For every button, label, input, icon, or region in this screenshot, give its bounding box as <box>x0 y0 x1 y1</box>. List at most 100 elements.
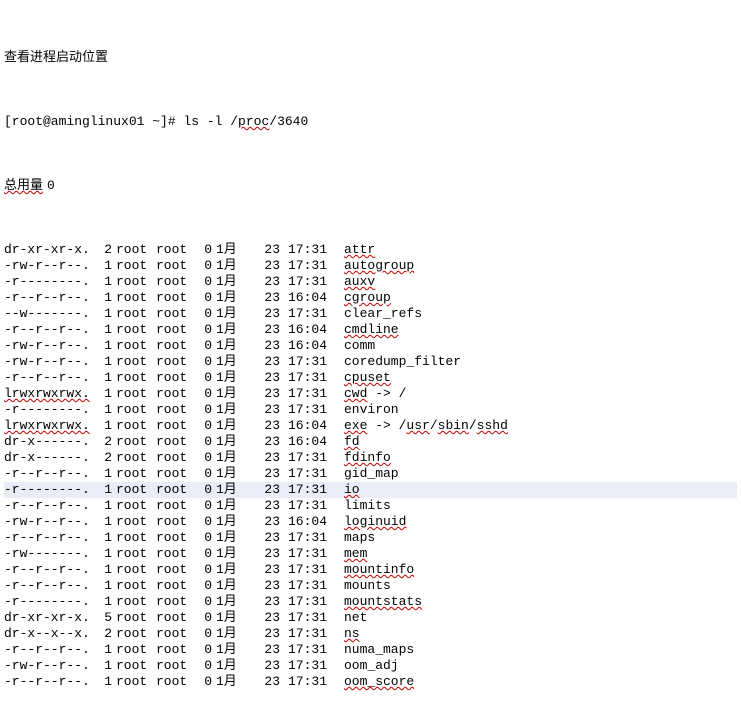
file-owner: root <box>116 274 156 290</box>
file-owner: root <box>116 578 156 594</box>
file-time: 17:31 <box>288 578 336 594</box>
file-size: 0 <box>196 354 212 370</box>
file-perms: dr-x------. <box>4 450 92 466</box>
listing-row: -r--r--r--.1rootroot01月2317:31oom_score <box>4 674 737 690</box>
listing-row: dr-xr-xr-x.5rootroot01月2317:31net <box>4 610 737 626</box>
listing-row: dr-x------.2rootroot01月2316:04fd <box>4 434 737 450</box>
file-perms: dr-x--x--x. <box>4 626 92 642</box>
file-day: 23 <box>248 354 280 370</box>
file-group: root <box>156 418 196 434</box>
file-perms: lrwxrwxrwx. <box>4 386 92 402</box>
file-owner: root <box>116 242 156 258</box>
file-group: root <box>156 242 196 258</box>
listing-row: -rw-r--r--.1rootroot01月2317:31autogroup <box>4 258 737 274</box>
terminal-output: 查看进程启动位置 [root@aminglinux01 ~]# ls -l /p… <box>0 0 741 724</box>
listing-row: lrwxrwxrwx.1rootroot01月2316:04exe -> /us… <box>4 418 737 434</box>
file-links: 1 <box>96 674 112 690</box>
file-time: 17:31 <box>288 546 336 562</box>
file-time: 17:31 <box>288 498 336 514</box>
file-time: 17:31 <box>288 386 336 402</box>
file-name: net <box>344 610 367 626</box>
file-time: 16:04 <box>288 418 336 434</box>
file-perms: -r--r--r--. <box>4 466 92 482</box>
file-group: root <box>156 338 196 354</box>
symlink-target-part: sshd <box>477 418 508 434</box>
file-owner: root <box>116 530 156 546</box>
file-size: 0 <box>196 322 212 338</box>
file-name: mountstats <box>344 594 422 610</box>
file-name: fdinfo <box>344 450 391 466</box>
file-day: 23 <box>248 578 280 594</box>
file-month: 1月 <box>216 306 248 322</box>
file-name: cmdline <box>344 322 399 338</box>
file-group: root <box>156 386 196 402</box>
file-owner: root <box>116 418 156 434</box>
listing-row: dr-x------.2rootroot01月2317:31fdinfo <box>4 450 737 466</box>
file-owner: root <box>116 642 156 658</box>
file-month: 1月 <box>216 594 248 610</box>
file-name: cgroup <box>344 290 391 306</box>
listing-row: -rw-r--r--.1rootroot01月2316:04comm <box>4 338 737 354</box>
file-name: comm <box>344 338 375 354</box>
listing-row: -r--------.1rootroot01月2317:31environ <box>4 402 737 418</box>
total-value: 0 <box>47 178 55 194</box>
shell-prompt: [root@aminglinux01 ~]# <box>4 114 183 130</box>
file-day: 23 <box>248 514 280 530</box>
file-group: root <box>156 658 196 674</box>
file-day: 23 <box>248 306 280 322</box>
file-perms: -r--r--r--. <box>4 370 92 386</box>
file-group: root <box>156 562 196 578</box>
file-owner: root <box>116 466 156 482</box>
file-name: loginuid <box>344 514 406 530</box>
file-month: 1月 <box>216 338 248 354</box>
file-day: 23 <box>248 418 280 434</box>
file-month: 1月 <box>216 562 248 578</box>
file-name: oom_score <box>344 674 414 690</box>
file-links: 1 <box>96 306 112 322</box>
file-size: 0 <box>196 658 212 674</box>
file-links: 1 <box>96 642 112 658</box>
file-group: root <box>156 674 196 690</box>
file-group: root <box>156 610 196 626</box>
file-day: 23 <box>248 322 280 338</box>
file-name: autogroup <box>344 258 414 274</box>
file-listing: dr-xr-xr-x.2rootroot01月2317:31attr-rw-r-… <box>4 242 737 690</box>
file-time: 17:31 <box>288 466 336 482</box>
file-perms: dr-x------. <box>4 434 92 450</box>
listing-row: -r--------.1rootroot01月2317:31mountstats <box>4 594 737 610</box>
file-owner: root <box>116 546 156 562</box>
file-size: 0 <box>196 450 212 466</box>
file-links: 5 <box>96 610 112 626</box>
file-day: 23 <box>248 338 280 354</box>
file-day: 23 <box>248 274 280 290</box>
heading-text: 查看进程启动位置 <box>4 50 108 66</box>
file-group: root <box>156 530 196 546</box>
file-group: root <box>156 322 196 338</box>
file-day: 23 <box>248 658 280 674</box>
file-time: 16:04 <box>288 434 336 450</box>
file-links: 1 <box>96 274 112 290</box>
file-day: 23 <box>248 386 280 402</box>
file-perms: -r--r--r--. <box>4 322 92 338</box>
command-suffix: /3640 <box>269 114 308 129</box>
file-month: 1月 <box>216 530 248 546</box>
file-perms: -r--r--r--. <box>4 290 92 306</box>
file-links: 1 <box>96 258 112 274</box>
file-owner: root <box>116 354 156 370</box>
file-time: 17:31 <box>288 530 336 546</box>
file-name: mounts <box>344 578 391 594</box>
file-name: maps <box>344 530 375 546</box>
listing-row: -rw-r--r--.1rootroot01月2317:31coredump_f… <box>4 354 737 370</box>
listing-row: -r--r--r--.1rootroot01月2317:31cpuset <box>4 370 737 386</box>
file-month: 1月 <box>216 354 248 370</box>
file-owner: root <box>116 674 156 690</box>
file-group: root <box>156 642 196 658</box>
symlink-target: -> / <box>367 386 406 402</box>
file-time: 17:31 <box>288 258 336 274</box>
file-month: 1月 <box>216 546 248 562</box>
file-day: 23 <box>248 370 280 386</box>
command-text: ls -l /proc/3640 <box>183 114 308 130</box>
file-perms: -r--r--r--. <box>4 642 92 658</box>
file-perms: -r--r--r--. <box>4 562 92 578</box>
heading-line: 查看进程启动位置 <box>4 50 737 66</box>
